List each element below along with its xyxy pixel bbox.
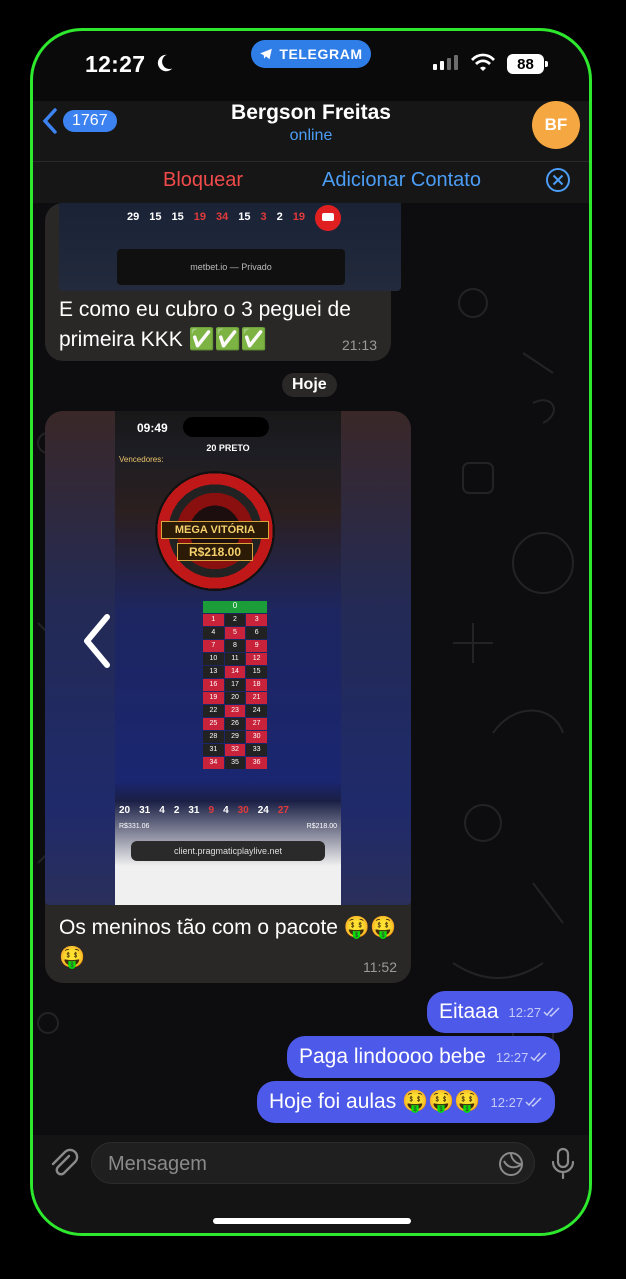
- url-bar: metbet.io — Privado: [117, 249, 345, 285]
- contact-status: online: [289, 127, 333, 144]
- message-time: 21:13: [341, 337, 377, 353]
- chat-area[interactable]: 29 15 15 19 34 15 3 2 19 metbet.io — Pri…: [33, 203, 589, 1135]
- paperclip-icon[interactable]: [47, 1147, 79, 1179]
- avatar[interactable]: BF: [532, 101, 580, 149]
- message-text: E como eu cubro o 3 peguei de primeira K…: [59, 298, 351, 351]
- mega-win-banner: MEGA VITÓRIA: [161, 521, 269, 539]
- embedded-clock: 09:49: [137, 421, 168, 435]
- roulette-number: 31: [188, 805, 200, 816]
- message-time: 12:27: [509, 1005, 562, 1020]
- chat-header: 1767 Bergson Freitas online BF: [33, 101, 589, 161]
- roulette-number: 15: [238, 211, 251, 223]
- message-bubble-outgoing[interactable]: Hoje foi aulas 🤑🤑🤑 12:27: [257, 1081, 556, 1123]
- telegram-pill[interactable]: TELEGRAM: [251, 40, 371, 68]
- dynamic-island: [183, 417, 269, 437]
- roulette-number: 27: [277, 805, 289, 816]
- signal-icon: [433, 55, 458, 70]
- message-time: 12:27: [496, 1050, 549, 1065]
- roulette-number: 2: [173, 805, 180, 816]
- wifi-icon: [471, 53, 495, 71]
- battery-indicator: 88: [507, 54, 548, 74]
- roulette-number: 3: [260, 211, 267, 223]
- roulette-board: 0 123 456 789 10 11 12 13 14 15 16 17 18 19 20 2…: [203, 601, 268, 769]
- winners-label: Vencedores:: [119, 455, 164, 464]
- paper-plane-icon: [260, 48, 273, 60]
- block-button[interactable]: Bloquear: [163, 169, 243, 192]
- message-bubble-outgoing[interactable]: Paga lindoooo bebe 12:27: [287, 1036, 561, 1078]
- message-placeholder: Mensagem: [108, 1153, 207, 1175]
- double-check-icon: [543, 1007, 560, 1017]
- roulette-number: 15: [149, 211, 162, 223]
- roulette-number: 20: [119, 805, 131, 816]
- action-bar: Bloquear Adicionar Contato: [33, 161, 589, 203]
- telegram-label: TELEGRAM: [279, 46, 363, 62]
- time-text: 12:27: [490, 1094, 524, 1110]
- message-input[interactable]: Mensagem: [91, 1142, 535, 1184]
- date-separator: Hoje: [282, 373, 337, 397]
- roulette-number: 24: [257, 805, 269, 816]
- status-bar: 12:27 TELEGRAM 88: [33, 31, 589, 101]
- message-text: Paga lindoooo bebe: [299, 1045, 486, 1068]
- balance-value: R$331.06: [119, 823, 150, 830]
- roulette-history: 20 31 4 2 31 9 4 30 24 27: [119, 805, 289, 816]
- double-check-icon: [530, 1052, 547, 1062]
- message-image[interactable]: 29 15 15 19 34 15 3 2 19 metbet.io — Pri…: [59, 203, 401, 291]
- message-text: Hoje foi aulas 🤑🤑🤑: [269, 1090, 481, 1113]
- time-text: 12:27: [495, 1049, 529, 1065]
- roulette-number: 9: [208, 805, 215, 816]
- won-value: R$218.00: [306, 823, 337, 830]
- embedded-screenshot: 09:49 20 PRETO Vencedores: MEGA VITÓRIA …: [115, 411, 341, 905]
- time-text: 12:27: [508, 1004, 542, 1020]
- message-bubble-incoming[interactable]: 09:49 20 PRETO Vencedores: MEGA VITÓRIA …: [45, 411, 411, 983]
- roulette-number: 15: [171, 211, 184, 223]
- sticker-icon[interactable]: [498, 1151, 524, 1177]
- chevron-left-icon[interactable]: [79, 611, 115, 671]
- double-check-icon: [525, 1097, 542, 1107]
- message-bubble-outgoing[interactable]: Eitaaa 12:27: [427, 991, 574, 1033]
- clock: 12:27: [85, 51, 146, 77]
- composer-bar: Mensagem: [33, 1135, 589, 1233]
- microphone-icon[interactable]: [549, 1147, 577, 1181]
- result-label: 20 PRETO: [206, 443, 250, 453]
- roulette-number: 31: [139, 805, 151, 816]
- roulette-number: 2: [276, 211, 283, 223]
- roulette-number: 30: [237, 805, 249, 816]
- add-contact-button[interactable]: Adicionar Contato: [322, 169, 481, 192]
- message-bubble-incoming[interactable]: 29 15 15 19 34 15 3 2 19 metbet.io — Pri…: [45, 203, 401, 361]
- roulette-number: 4: [223, 805, 229, 816]
- roulette-number: 34: [216, 211, 229, 223]
- roulette-number: 19: [292, 211, 305, 223]
- phone-frame: 12:27 TELEGRAM 88 1767 Bergson Freitas o…: [30, 28, 592, 1236]
- message-text: Eitaaa: [439, 1000, 499, 1023]
- message-time: 12:27: [491, 1095, 544, 1110]
- message-text: Os meninos tão com o pacote 🤑🤑🤑: [59, 916, 397, 969]
- message-image[interactable]: 09:49 20 PRETO Vencedores: MEGA VITÓRIA …: [45, 411, 411, 905]
- close-icon[interactable]: [545, 167, 571, 193]
- win-amount: R$218.00: [177, 543, 253, 561]
- home-indicator[interactable]: [213, 1218, 411, 1224]
- url-bar: client.pragmaticplaylive.net: [131, 841, 325, 861]
- moon-icon: [157, 54, 173, 72]
- chat-bubble-icon: [315, 205, 341, 231]
- roulette-number: 19: [193, 211, 206, 223]
- message-time: 11:52: [363, 959, 397, 975]
- roulette-number: 29: [127, 211, 140, 223]
- roulette-history: 29 15 15 19 34 15 3 2 19: [127, 211, 305, 223]
- roulette-number: 4: [159, 805, 165, 816]
- contact-name[interactable]: Bergson Freitas: [33, 101, 589, 125]
